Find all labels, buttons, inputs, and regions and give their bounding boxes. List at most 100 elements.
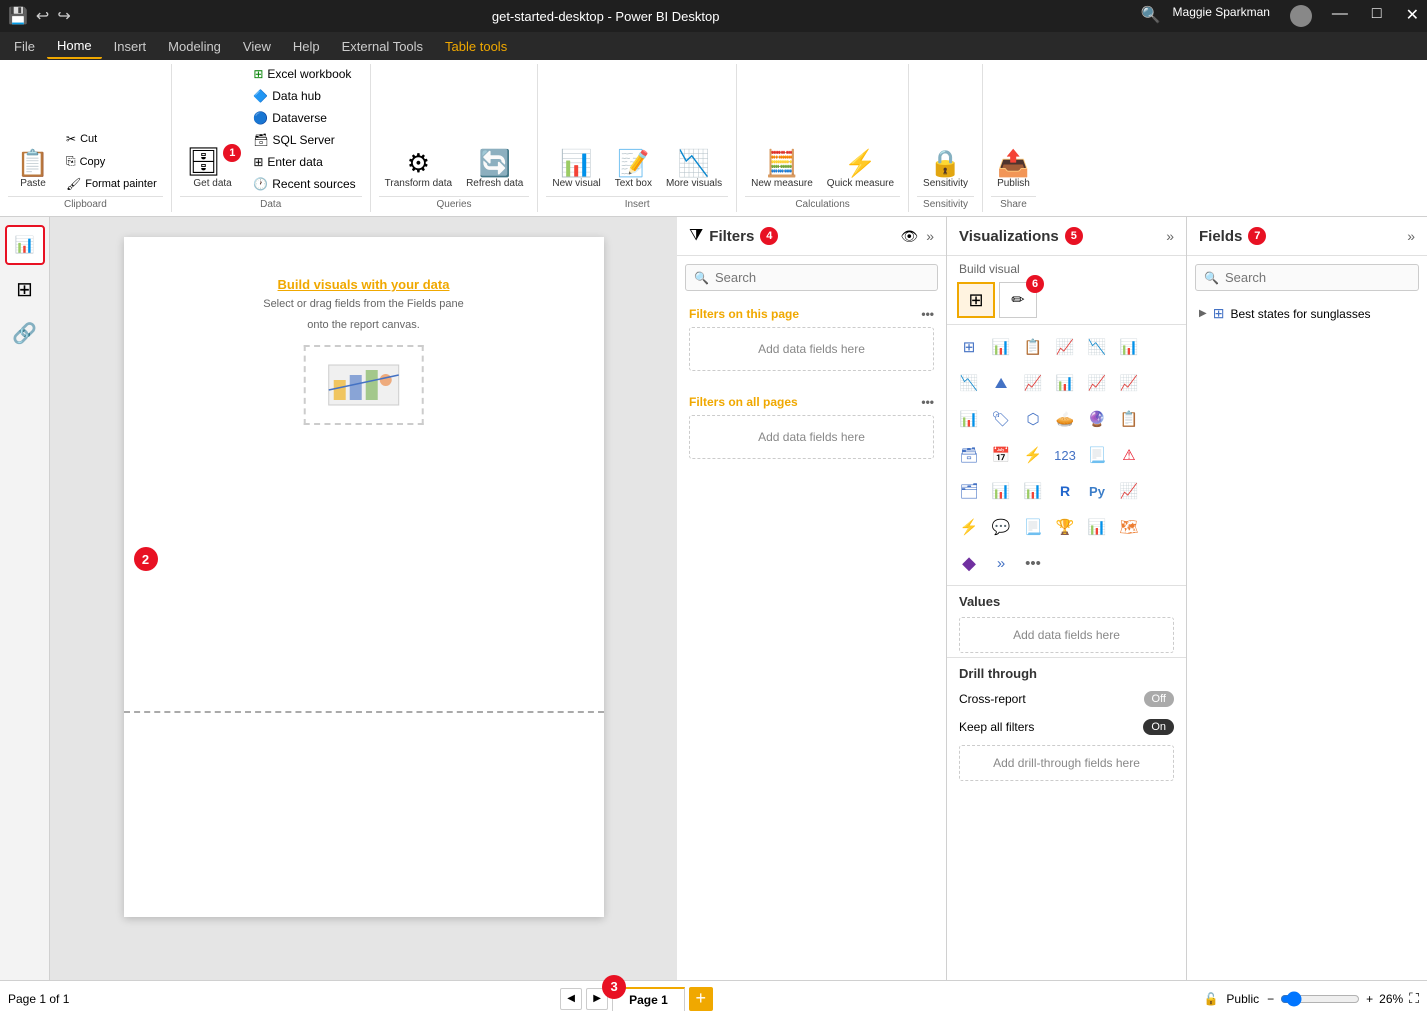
- cut-button[interactable]: ✂Cut: [60, 129, 163, 149]
- fields-expand-icon[interactable]: »: [1407, 228, 1415, 244]
- format-painter-button[interactable]: 🖌Format painter: [60, 174, 163, 194]
- viz-expand-icon[interactable]: »: [1166, 228, 1174, 244]
- data-view-icon[interactable]: ⊞: [5, 269, 45, 309]
- viz-icon-line-area[interactable]: 📈: [1017, 367, 1049, 399]
- recent-sources-button[interactable]: 🕐Recent sources: [247, 174, 361, 194]
- close-button[interactable]: ✕: [1406, 5, 1419, 27]
- add-page-button[interactable]: +: [689, 987, 713, 1011]
- fit-page-icon[interactable]: ⛶: [1409, 990, 1419, 1007]
- fields-item-sunglasses[interactable]: ▶ ⊞ Best states for sunglasses: [1187, 299, 1427, 328]
- viz-values-drop[interactable]: Add data fields here: [959, 617, 1174, 653]
- viz-icon-scatter[interactable]: 📊: [953, 403, 985, 435]
- viz-icon-map[interactable]: 🔮: [1081, 403, 1113, 435]
- text-box-button[interactable]: 📝 Text box: [609, 126, 658, 194]
- dataverse-button[interactable]: 🔵Dataverse: [247, 108, 361, 128]
- filters-on-page-more[interactable]: •••: [921, 307, 934, 321]
- fields-search-input[interactable]: [1225, 270, 1410, 285]
- viz-icon-table[interactable]: ⊞: [953, 331, 985, 363]
- viz-icon-more[interactable]: •••: [1017, 547, 1049, 579]
- viz-icon-python-visual[interactable]: Py: [1081, 475, 1113, 507]
- viz-icon-stacked-col[interactable]: 📉: [1081, 331, 1113, 363]
- viz-icon-card[interactable]: ⚡: [1017, 439, 1049, 471]
- more-visuals-button[interactable]: 📉 More visuals: [660, 126, 728, 194]
- viz-icon-funnel[interactable]: 📈: [1113, 367, 1145, 399]
- search-icon[interactable]: 🔍: [1141, 5, 1161, 27]
- sensitivity-button[interactable]: 🔒 Sensitivity: [917, 126, 974, 194]
- filter-eye-icon[interactable]: 👁: [900, 228, 918, 245]
- viz-icon-table2[interactable]: 📃: [1081, 439, 1113, 471]
- page-prev-button[interactable]: ◀: [560, 988, 582, 1010]
- menu-home[interactable]: Home: [47, 34, 102, 59]
- fields-search-box[interactable]: 🔍: [1195, 264, 1419, 291]
- canvas-hint-title[interactable]: Build visuals with your data: [263, 277, 464, 292]
- menu-insert[interactable]: Insert: [104, 35, 157, 58]
- viz-icon-r-visual[interactable]: R: [1049, 475, 1081, 507]
- filters-expand-icon[interactable]: »: [926, 228, 934, 244]
- zoom-slider[interactable]: [1280, 991, 1360, 1007]
- viz-icon-treemap[interactable]: 🥧: [1049, 403, 1081, 435]
- model-view-icon[interactable]: 🔗: [5, 313, 45, 353]
- menu-table-tools[interactable]: Table tools: [435, 35, 517, 58]
- menu-view[interactable]: View: [233, 35, 281, 58]
- cross-report-toggle[interactable]: Off: [1144, 691, 1174, 707]
- viz-icon-ribbon[interactable]: 📊: [1049, 367, 1081, 399]
- viz-icon-diamond[interactable]: ◆: [953, 547, 985, 579]
- viz-icon-bar[interactable]: 📊: [985, 331, 1017, 363]
- viz-icon-slicer[interactable]: 🗂: [953, 475, 985, 507]
- filters-search-box[interactable]: 🔍: [685, 264, 938, 291]
- enter-data-button[interactable]: ⊞Enter data: [247, 152, 361, 172]
- zoom-plus-icon[interactable]: +: [1366, 992, 1373, 1006]
- transform-data-button[interactable]: ⚙ Transform data: [379, 126, 458, 194]
- excel-workbook-button[interactable]: ⊞Excel workbook: [247, 64, 361, 84]
- viz-icon-smart-narrative[interactable]: 📃: [1017, 511, 1049, 543]
- viz-icon-area[interactable]: ⛰: [985, 367, 1017, 399]
- filters-on-all-more[interactable]: •••: [921, 395, 934, 409]
- viz-icon-qa[interactable]: 💬: [985, 511, 1017, 543]
- viz-icon-line[interactable]: 📉: [953, 367, 985, 399]
- viz-icon-100-bar[interactable]: 📊: [1113, 331, 1145, 363]
- sql-server-button[interactable]: 🗃SQL Server: [247, 130, 361, 150]
- menu-help[interactable]: Help: [283, 35, 330, 58]
- viz-icon-kpi[interactable]: 📅: [985, 439, 1017, 471]
- viz-drill-drop[interactable]: Add drill-through fields here: [959, 745, 1174, 781]
- viz-table-tab[interactable]: ⊞: [957, 282, 995, 318]
- viz-icon-multirow-card[interactable]: 123: [1049, 439, 1081, 471]
- viz-icon-stacked-bar[interactable]: 📋: [1017, 331, 1049, 363]
- viz-icon-donut[interactable]: ⬡: [1017, 403, 1049, 435]
- quick-measure-button[interactable]: ⚡ Quick measure: [821, 126, 900, 194]
- copy-button[interactable]: ⎘Copy: [60, 151, 163, 172]
- viz-icon-goal[interactable]: 🏆: [1049, 511, 1081, 543]
- data-hub-button[interactable]: 🔷Data hub: [247, 86, 361, 106]
- report-view-icon[interactable]: 📊: [5, 225, 45, 265]
- minimize-button[interactable]: —: [1332, 5, 1348, 27]
- viz-pen-tab[interactable]: ✏ 6: [999, 282, 1037, 318]
- new-measure-button[interactable]: 🧮 New measure: [745, 126, 819, 194]
- filters-search-input[interactable]: [715, 270, 929, 285]
- viz-icon-filled-map[interactable]: 📋: [1113, 403, 1145, 435]
- menu-file[interactable]: File: [4, 35, 45, 58]
- keep-filters-toggle[interactable]: On: [1143, 719, 1174, 735]
- zoom-minus-icon[interactable]: −: [1267, 992, 1274, 1006]
- viz-icon-matrix2[interactable]: 📊: [985, 475, 1017, 507]
- viz-icon-combo[interactable]: 📊: [1081, 511, 1113, 543]
- viz-icon-pie[interactable]: 🏷: [985, 403, 1017, 435]
- save-icon[interactable]: 💾: [8, 6, 28, 26]
- viz-icon-table3[interactable]: 📊: [1017, 475, 1049, 507]
- viz-icon-geo[interactable]: 🗺: [1113, 511, 1145, 543]
- menu-external-tools[interactable]: External Tools: [332, 35, 433, 58]
- undo-icon[interactable]: ↩: [36, 6, 49, 26]
- redo-icon[interactable]: ↪: [57, 6, 70, 26]
- filters-on-all-drop[interactable]: Add data fields here: [689, 415, 934, 459]
- viz-icon-waterfall[interactable]: 📈: [1081, 367, 1113, 399]
- viz-icon-key-influencers[interactable]: 📈: [1113, 475, 1145, 507]
- viz-icon-arrows[interactable]: »: [985, 547, 1017, 579]
- paste-button[interactable]: 📋 Paste: [8, 126, 58, 194]
- viz-icon-matrix[interactable]: ⚠: [1113, 439, 1145, 471]
- viz-icon-gauge[interactable]: 🗃: [953, 439, 985, 471]
- refresh-data-button[interactable]: 🔄 Refresh data: [460, 126, 529, 194]
- viz-icon-column[interactable]: 📈: [1049, 331, 1081, 363]
- viz-icon-decomp-tree[interactable]: ⚡: [953, 511, 985, 543]
- maximize-button[interactable]: □: [1372, 5, 1382, 27]
- publish-button[interactable]: 📤 Publish: [991, 126, 1036, 194]
- menu-modeling[interactable]: Modeling: [158, 35, 231, 58]
